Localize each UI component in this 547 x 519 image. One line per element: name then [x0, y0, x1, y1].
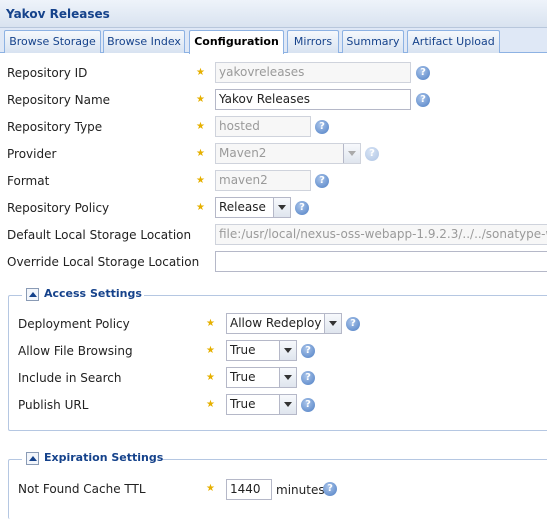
- not-found-cache-ttl-unit: minutes: [276, 483, 325, 497]
- help-icon[interactable]: ?: [301, 344, 315, 358]
- provider-value: Maven2: [219, 146, 267, 160]
- tab-browse-storage[interactable]: Browse Storage: [4, 30, 101, 53]
- override-storage-label: Override Local Storage Location: [7, 255, 200, 269]
- repository-type-field[interactable]: hosted: [215, 116, 311, 137]
- access-settings-title: Access Settings: [44, 287, 142, 300]
- repository-name-field[interactable]: Yakov Releases: [215, 89, 411, 110]
- help-icon[interactable]: ?: [315, 174, 329, 188]
- access-settings-legend: Access Settings: [22, 287, 144, 303]
- required-star-icon: ★: [196, 121, 205, 132]
- help-icon[interactable]: ?: [323, 482, 337, 496]
- tab-configuration[interactable]: Configuration: [189, 30, 284, 54]
- allow-file-browsing-select[interactable]: True: [226, 340, 297, 361]
- tab-summary[interactable]: Summary: [342, 30, 404, 53]
- deployment-policy-label: Deployment Policy: [18, 317, 130, 331]
- collapse-toggle-icon[interactable]: [26, 288, 39, 301]
- required-star-icon: ★: [196, 94, 205, 105]
- required-star-icon: ★: [196, 202, 205, 213]
- include-in-search-value: True: [230, 370, 256, 384]
- provider-label: Provider: [7, 147, 57, 161]
- chevron-down-icon[interactable]: [324, 314, 341, 333]
- default-storage-field[interactable]: file:/usr/local/nexus-oss-webapp-1.9.2.3…: [215, 224, 547, 245]
- provider-select[interactable]: Maven2: [215, 143, 361, 164]
- chevron-down-icon[interactable]: [343, 144, 360, 163]
- not-found-cache-ttl-field[interactable]: 1440: [226, 479, 272, 500]
- collapse-toggle-icon[interactable]: [26, 452, 39, 465]
- not-found-cache-ttl-label: Not Found Cache TTL: [18, 482, 146, 496]
- repository-id-field[interactable]: yakovreleases: [215, 62, 411, 83]
- include-in-search-label: Include in Search: [18, 371, 122, 385]
- repository-id-label: Repository ID: [7, 66, 88, 80]
- required-star-icon: ★: [206, 318, 215, 329]
- expiration-settings-legend: Expiration Settings: [22, 451, 164, 467]
- publish-url-label: Publish URL: [18, 398, 89, 412]
- help-icon[interactable]: ?: [315, 120, 329, 134]
- allow-file-browsing-value: True: [230, 343, 256, 357]
- allow-file-browsing-label: Allow File Browsing: [18, 344, 133, 358]
- required-star-icon: ★: [196, 148, 205, 159]
- required-star-icon: ★: [196, 175, 205, 186]
- publish-url-select[interactable]: True: [226, 394, 297, 415]
- help-icon[interactable]: ?: [346, 317, 360, 331]
- repository-policy-value: Release: [219, 200, 266, 214]
- repository-type-label: Repository Type: [7, 120, 103, 134]
- default-storage-label: Default Local Storage Location: [7, 228, 192, 242]
- repository-name-label: Repository Name: [7, 93, 111, 107]
- required-star-icon: ★: [206, 345, 215, 356]
- chevron-down-icon[interactable]: [273, 198, 290, 217]
- help-icon[interactable]: ?: [301, 398, 315, 412]
- include-in-search-select[interactable]: True: [226, 367, 297, 388]
- tab-strip: Browse Storage Browse Index Configuratio…: [0, 28, 547, 54]
- format-label: Format: [7, 174, 50, 188]
- repository-policy-label: Repository Policy: [7, 201, 110, 215]
- panel-title: Yakov Releases: [6, 7, 110, 21]
- help-icon[interactable]: ?: [301, 371, 315, 385]
- chevron-down-icon[interactable]: [279, 395, 296, 414]
- required-star-icon: ★: [206, 399, 215, 410]
- required-star-icon: ★: [206, 483, 215, 494]
- chevron-down-icon[interactable]: [279, 341, 296, 360]
- help-icon[interactable]: ?: [416, 66, 430, 80]
- help-icon[interactable]: ?: [365, 147, 379, 161]
- required-star-icon: ★: [196, 67, 205, 78]
- required-star-icon: ★: [206, 372, 215, 383]
- panel-titlebar: Yakov Releases: [0, 0, 547, 28]
- help-icon[interactable]: ?: [295, 201, 309, 215]
- tab-artifact-upload[interactable]: Artifact Upload: [407, 30, 500, 53]
- tab-mirrors[interactable]: Mirrors: [287, 30, 339, 53]
- help-icon[interactable]: ?: [416, 93, 430, 107]
- chevron-down-icon[interactable]: [279, 368, 296, 387]
- tab-browse-index[interactable]: Browse Index: [103, 30, 185, 53]
- override-storage-field[interactable]: [215, 251, 547, 272]
- deployment-policy-value: Allow Redeploy: [230, 316, 322, 330]
- format-field[interactable]: maven2: [215, 170, 311, 191]
- publish-url-value: True: [230, 397, 256, 411]
- expiration-settings-title: Expiration Settings: [44, 451, 164, 464]
- repository-policy-select[interactable]: Release: [215, 197, 291, 218]
- deployment-policy-select[interactable]: Allow Redeploy: [226, 313, 342, 334]
